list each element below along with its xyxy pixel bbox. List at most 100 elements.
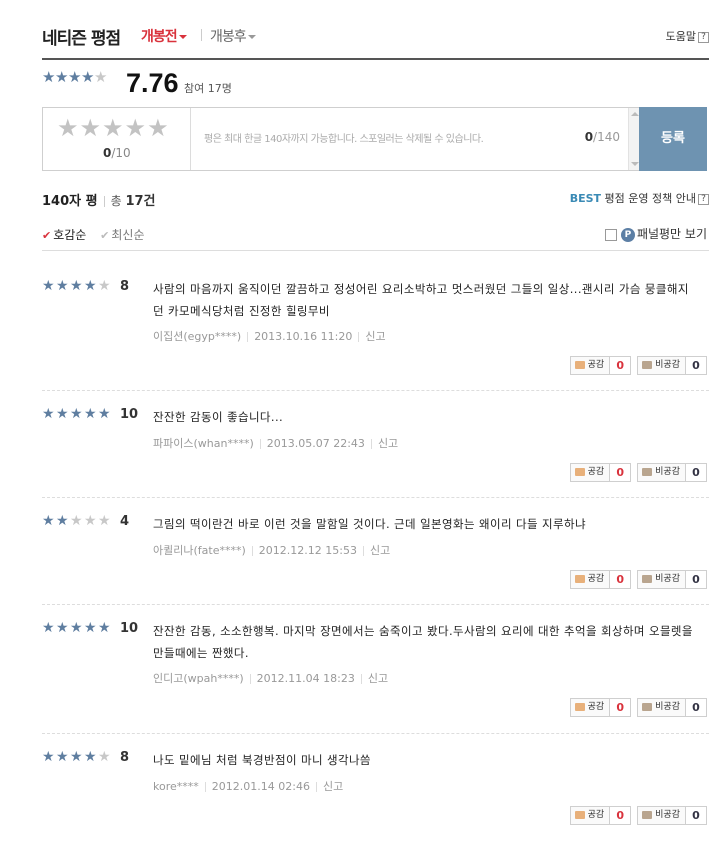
dislike-label: 비공감 [655,467,680,477]
tab-after-label: 개봉후 [210,29,247,45]
review-text: 사람의 마음까지 움직이던 깔끔하고 정성어린 요리소박하고 멋스러웠던 그들의… [153,282,689,318]
divider [103,196,105,207]
star-icon: ★ [94,68,108,86]
sort-options: ✔ 호감순 ✔ 최신순 [42,226,145,243]
review-score: 10 [120,407,139,422]
dislike-button[interactable]: 비공감 [637,570,686,589]
like-count: 0 [610,806,632,825]
star-icon: ★ [84,406,97,422]
dislike-button[interactable]: 비공감 [637,356,686,375]
star-icon: ★ [84,620,97,636]
thumbs-up-icon [574,467,585,476]
report-link[interactable]: 신고 [368,672,388,685]
star-icon: ★ [42,406,55,422]
help-link[interactable]: 도움말? [666,28,709,44]
star-icon: ★ [98,620,111,636]
review-meta: kore**** 2012.01.14 02:46 신고 [153,778,343,794]
like-button[interactable]: 공감 [569,806,611,825]
report-link[interactable]: 신고 [365,330,385,343]
divider [362,546,364,556]
question-icon: ? [698,193,709,205]
star-icon: ★ [68,68,82,86]
like-label: 공감 [587,574,605,584]
star-icon: ★ [70,513,83,529]
dislike-button[interactable]: 비공감 [637,463,686,482]
star-icon: ★ [98,513,111,529]
review-user[interactable]: 파파이스(whan****) [153,437,254,450]
report-link[interactable]: 신고 [323,780,343,793]
star-icon: ★ [98,406,111,422]
total-count: 총 17건 [110,194,156,209]
divider [247,332,249,342]
rating-header: 네티즌 평점 개봉전 개봉후 도움말? [42,22,709,60]
divider [251,546,253,556]
score-stars: ★★★★★ [42,70,107,85]
dislike-button[interactable]: 비공감 [637,698,686,717]
report-link[interactable]: 신고 [370,544,390,557]
sort-by-likes[interactable]: ✔ 호감순 [42,228,86,242]
review-date: 2013.10.16 11:20 [254,330,353,343]
policy-label: 평점 운영 정책 안내 [604,192,696,205]
caret-down-icon [178,35,187,39]
review-input-box: ★★★★★ 0/10 평은 최대 한글 140자까지 가능합니다. 스포일러는 … [42,107,707,171]
star-icon: ★ [70,749,83,765]
divider [249,674,251,684]
dislike-label: 비공감 [655,702,680,712]
thumbs-up-icon [574,810,585,819]
scroll-down-icon[interactable] [631,162,639,166]
review-user[interactable]: 아퀼리나(fate****) [153,544,246,557]
review-score: 4 [120,514,130,529]
tab-divider [201,29,202,41]
star-icon: ★ [98,278,111,294]
char-counter: 0/140 [585,130,620,144]
like-label: 공감 [587,810,605,820]
like-button[interactable]: 공감 [569,698,611,717]
thumbs-down-icon [642,574,653,583]
star-rating-picker[interactable]: ★★★★★ 0/10 [43,108,191,170]
panel-only-label: 패널평만 보기 [636,227,707,241]
rating-stars-icon[interactable]: ★★★★★ [57,116,170,140]
tab-after-release[interactable]: 개봉후 [210,26,256,46]
thumbs-down-icon [642,467,653,476]
submit-button[interactable]: 등록 [639,107,707,171]
review-score: 10 [120,621,139,636]
divider [259,439,261,449]
like-button[interactable]: 공감 [569,463,611,482]
star-icon: ★ [84,278,97,294]
total-label: 총 [110,194,122,208]
sort-likes-label: 호감순 [53,228,87,242]
review-divider [42,733,709,734]
review-meta: 인디고(wpah****) 2012.11.04 18:23 신고 [153,670,388,686]
check-icon: ✔ [42,229,52,242]
thumbs-up-icon [574,702,585,711]
panel-badge-icon: P [620,227,635,242]
tab-before-release[interactable]: 개봉전 [141,26,187,46]
report-link[interactable]: 신고 [378,437,398,450]
panel-only-checkbox[interactable] [604,228,617,241]
review-user[interactable]: 이집션(egyp****) [153,330,241,343]
panel-only-toggle[interactable]: P 패널평만 보기 [604,225,707,242]
star-icon: ★ [98,749,111,765]
scroll-up-icon[interactable] [631,112,639,116]
star-icon: ★ [42,620,55,636]
review-date: 2012.11.04 18:23 [256,672,355,685]
review-text: 나도 밑에님 처럼 북경반점이 마니 생각나씀 [153,753,371,767]
review-date: 2012.01.14 02:46 [211,780,310,793]
like-button[interactable]: 공감 [569,570,611,589]
vote-buttons: 공감 0 비공감 0 [569,570,707,589]
review-stars: ★★★★★ [42,621,112,636]
policy-link[interactable]: BEST 평점 운영 정책 안내? [570,190,709,206]
page-title: 네티즌 평점 [42,29,121,49]
score-value: 7.76 [126,68,179,98]
like-button[interactable]: 공감 [569,356,611,375]
total-value: 17건 [125,194,156,209]
divider [204,782,206,792]
sort-recent-label: 최신순 [111,228,145,242]
star-icon: ★ [70,406,83,422]
review-textarea[interactable]: 평은 최대 한글 140자까지 가능합니다. 스포일러는 삭제될 수 있습니다.… [192,108,640,170]
review-user[interactable]: 인디고(wpah****) [153,672,244,685]
dislike-button[interactable]: 비공감 [637,806,686,825]
sort-by-recent[interactable]: ✔ 최신순 [100,228,144,242]
review-user[interactable]: kore**** [153,780,199,793]
star-icon: ★ [56,749,69,765]
